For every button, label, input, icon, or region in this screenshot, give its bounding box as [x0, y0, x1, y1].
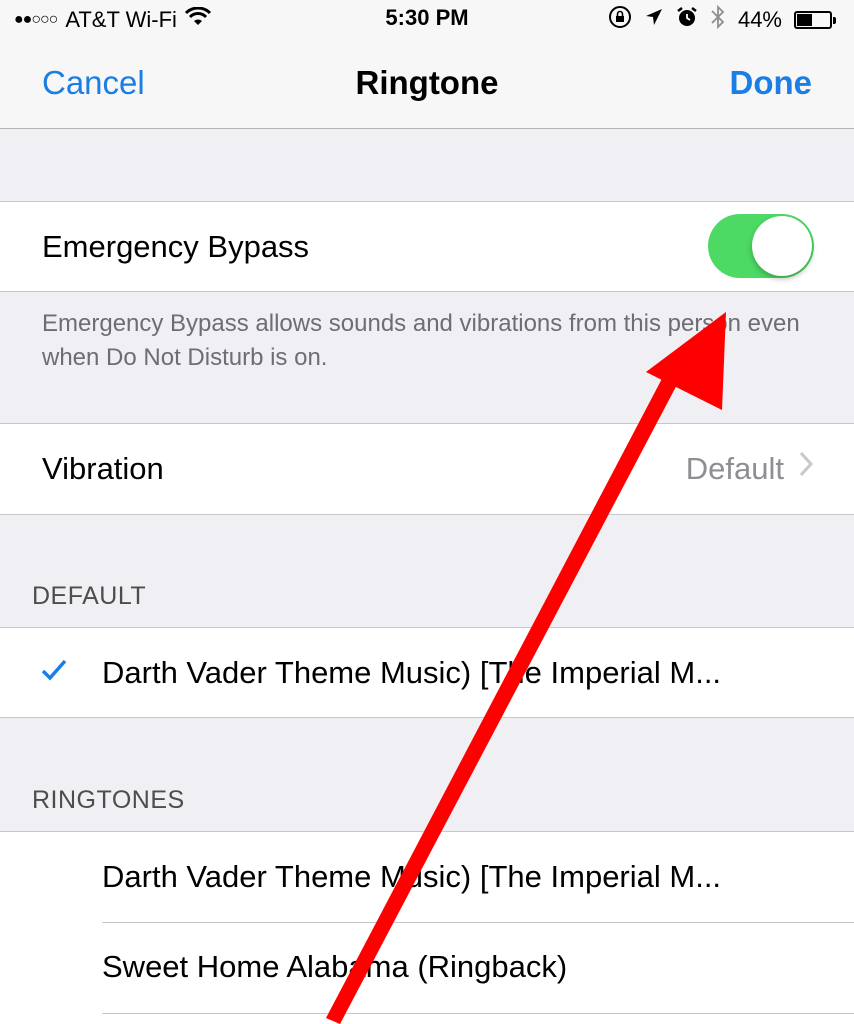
ringtone-row[interactable]: Sweet Home Alabama (Ringback): [0, 923, 854, 1013]
checkmark-icon: [40, 656, 68, 690]
vibration-value: Default: [685, 451, 784, 486]
alarm-icon: [676, 6, 698, 34]
wifi-icon: [184, 6, 212, 33]
emergency-bypass-cell: Emergency Bypass: [0, 201, 854, 292]
ringtones-section-header: RINGTONES: [32, 786, 185, 814]
battery-icon: [794, 11, 836, 29]
orientation-lock-icon: [608, 5, 632, 35]
location-icon: [644, 7, 664, 33]
default-ringtone-row[interactable]: Darth Vader Theme Music) [The Imperial M…: [0, 627, 854, 718]
carrier-label: AT&T Wi-Fi: [65, 7, 177, 32]
signal-strength-icon: ●●○○○: [14, 11, 58, 28]
done-button[interactable]: Done: [730, 64, 813, 102]
default-ringtone-title: Darth Vader Theme Music) [The Imperial M…: [102, 655, 722, 690]
toggle-knob: [752, 216, 812, 276]
row-separator: [102, 1013, 854, 1014]
status-left: ●●○○○ AT&T Wi-Fi: [14, 4, 212, 36]
bluetooth-icon: [710, 4, 726, 36]
battery-level: [797, 14, 812, 26]
emergency-bypass-footer: Emergency Bypass allows sounds and vibra…: [42, 310, 800, 371]
status-bar: ●●○○○ AT&T Wi-Fi 5:30 PM 44%: [0, 0, 854, 40]
vibration-cell[interactable]: Vibration Default: [0, 423, 854, 515]
navigation-bar: Cancel Ringtone Done: [0, 40, 854, 129]
battery-percent: 44%: [737, 7, 782, 32]
chevron-right-icon: [798, 450, 814, 486]
emergency-bypass-toggle[interactable]: [708, 214, 814, 278]
default-section-header: DEFAULT: [32, 582, 147, 610]
status-right: 44%: [608, 4, 836, 36]
ringtone-title: Darth Vader Theme Music) [The Imperial M…: [102, 859, 722, 894]
cancel-button[interactable]: Cancel: [42, 64, 145, 102]
ringtones-list: Darth Vader Theme Music) [The Imperial M…: [0, 831, 854, 1024]
ringtone-title: Sweet Home Alabama (Ringback): [102, 949, 568, 984]
vibration-label: Vibration: [42, 451, 164, 486]
emergency-bypass-label: Emergency Bypass: [42, 229, 310, 264]
ringtone-row[interactable]: Darth Vader Theme Music) [The Imperial M…: [0, 832, 854, 922]
